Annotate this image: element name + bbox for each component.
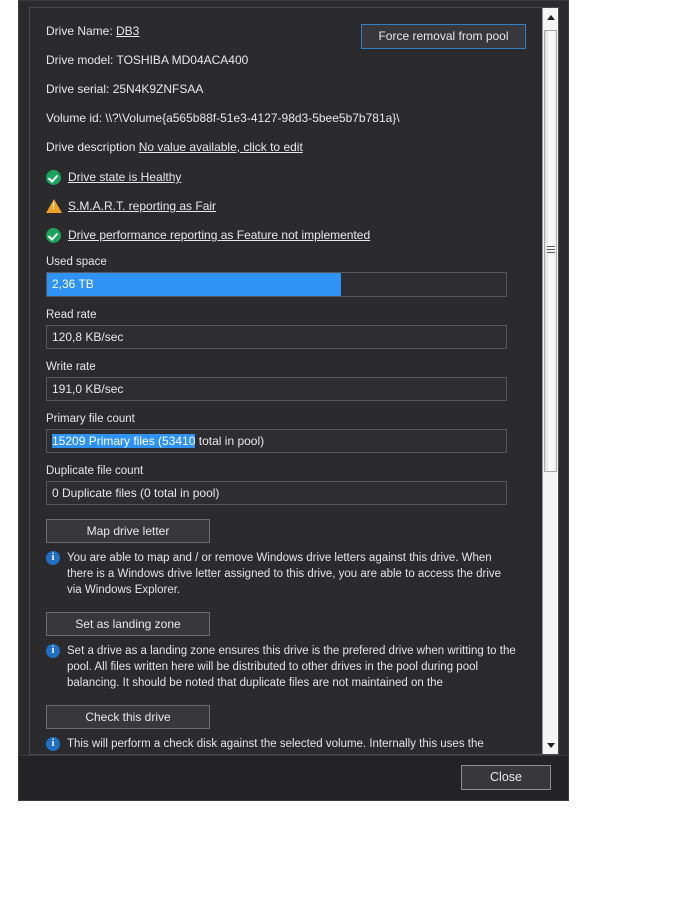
warning-triangle-icon [46, 199, 62, 213]
drive-description-row: Drive description No value available, cl… [46, 140, 526, 154]
scroll-viewport[interactable]: Force removal from pool Drive Name: DB3 … [30, 8, 542, 754]
primary-file-count-block: Primary file count 15209 Primary files (… [46, 413, 526, 453]
check-this-drive-info: This will perform a check disk against t… [46, 736, 526, 752]
drive-serial-value: 25N4K9ZNFSAA [112, 82, 204, 96]
triangle-up-icon [546, 14, 555, 20]
primary-file-count-label: Primary file count [46, 413, 135, 425]
volume-id-label: Volume id: [46, 111, 106, 125]
read-rate-value[interactable]: 120,8 KB/sec [46, 325, 507, 349]
scroll-down-arrow-icon[interactable] [543, 737, 558, 754]
drive-description-label: Drive description [46, 140, 139, 154]
set-as-landing-zone-button[interactable]: Set as landing zone [46, 612, 210, 636]
primary-file-count-value[interactable]: 15209 Primary files (53410 total in pool… [46, 429, 507, 453]
write-rate-value[interactable]: 191,0 KB/sec [46, 377, 507, 401]
drive-serial-label: Drive serial: [46, 82, 113, 96]
drive-model-value: TOSHIBA MD04ACA400 [116, 53, 249, 67]
drive-serial-row: Drive serial: 25N4K9ZNFSAA [46, 82, 526, 96]
check-this-drive-info-text: This will perform a check disk against t… [67, 738, 484, 750]
drive-performance-text[interactable]: Drive performance reporting as Feature n… [68, 228, 370, 242]
drive-model-row: Drive model: TOSHIBA MD04ACA400 [46, 53, 526, 67]
scrollbar-grip-icon [546, 246, 555, 256]
drive-name-label: Drive Name: [46, 24, 117, 38]
duplicate-file-count-block: Duplicate file count 0 Duplicate files (… [46, 465, 526, 505]
vertical-scrollbar[interactable] [542, 8, 558, 754]
used-space-label: Used space [46, 256, 107, 268]
drive-description-value[interactable]: No value available, click to edit [139, 140, 303, 154]
drive-details-content: Force removal from pool Drive Name: DB3 … [30, 8, 542, 752]
used-space-progress-bar: 2,36 TB [46, 272, 507, 297]
info-icon [46, 644, 60, 658]
map-drive-letter-info: You are able to map and / or remove Wind… [46, 550, 526, 598]
set-as-landing-zone-info-text: Set a drive as a landing zone ensures th… [67, 645, 516, 689]
drive-state-row[interactable]: Drive state is Healthy [46, 169, 526, 185]
close-button[interactable]: Close [461, 765, 551, 790]
check-circle-icon [46, 169, 61, 185]
dialog-footer: Close [19, 755, 568, 800]
smart-reporting-row[interactable]: S.M.A.R.T. reporting as Fair [46, 198, 526, 214]
primary-file-count-rest-text: total in pool) [195, 434, 265, 448]
read-rate-block: Read rate 120,8 KB/sec [46, 309, 526, 349]
drive-name-value[interactable]: DB3 [116, 24, 139, 38]
drive-performance-row[interactable]: Drive performance reporting as Feature n… [46, 227, 526, 243]
smart-reporting-text[interactable]: S.M.A.R.T. reporting as Fair [68, 199, 216, 213]
drive-details-dialog: Force removal from pool Drive Name: DB3 … [18, 0, 569, 801]
scroll-up-arrow-icon[interactable] [543, 8, 558, 25]
dialog-content-frame: Force removal from pool Drive Name: DB3 … [29, 7, 559, 755]
map-drive-letter-info-text: You are able to map and / or remove Wind… [67, 552, 502, 596]
check-this-drive-button[interactable]: Check this drive [46, 705, 210, 729]
set-as-landing-zone-info: Set a drive as a landing zone ensures th… [46, 643, 526, 691]
write-rate-block: Write rate 191,0 KB/sec [46, 361, 526, 401]
map-drive-letter-button[interactable]: Map drive letter [46, 519, 210, 543]
write-rate-label: Write rate [46, 361, 96, 373]
scrollbar-thumb[interactable] [544, 30, 557, 472]
force-removal-from-pool-button[interactable]: Force removal from pool [361, 24, 526, 49]
used-space-block: Used space 2,36 TB [46, 256, 526, 297]
duplicate-file-count-value[interactable]: 0 Duplicate files (0 total in pool) [46, 481, 507, 505]
drive-model-label: Drive model: [46, 53, 117, 67]
info-icon [46, 737, 60, 751]
volume-id-row: Volume id: \\?\Volume{a565b88f-51e3-4127… [46, 111, 526, 125]
triangle-down-icon [546, 742, 555, 748]
used-space-value: 2,36 TB [52, 277, 94, 291]
primary-file-count-selected-text: 15209 Primary files (53410 [52, 434, 196, 448]
volume-id-value: \\?\Volume{a565b88f-51e3-4127-98d3-5bee5… [105, 111, 400, 125]
duplicate-file-count-label: Duplicate file count [46, 465, 144, 477]
read-rate-label: Read rate [46, 309, 97, 321]
check-circle-icon [46, 227, 61, 243]
drive-state-text[interactable]: Drive state is Healthy [68, 170, 181, 184]
info-icon [46, 551, 60, 565]
